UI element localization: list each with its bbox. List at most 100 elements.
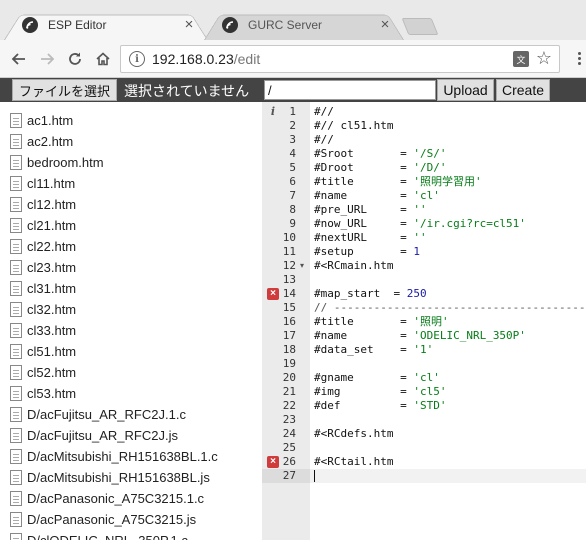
close-icon[interactable]: × [182,17,196,32]
gutter-cell: 2 [262,119,310,133]
info-icon[interactable]: i [129,51,145,67]
gutter-cell: 5 [262,161,310,175]
file-tree-item[interactable]: cl31.htm [10,278,76,299]
code-line[interactable]: 11 #setup = 1 [262,245,586,259]
forward-button[interactable] [36,48,58,70]
code-line[interactable]: × 26 #<RCtail.htm [262,455,586,469]
code-text: #name = 'cl' [314,189,440,202]
code-line[interactable]: 20 #gname = 'cl' [262,371,586,385]
address-bar[interactable]: i 192.168.0.23/edit 文 ☆ [120,45,560,73]
line-number: 15 [282,301,296,314]
error-annotation-icon[interactable]: × [267,288,279,300]
code-editor[interactable]: i 1 #// 2 #// cl51.htm 3 #// 4 #Sroot = '/S/' 5 #D… [262,102,586,540]
reload-button[interactable] [64,48,86,70]
tab-strip: ESP Editor × GURC Server × [0,0,586,40]
line-number: 3 [289,133,296,146]
code-line[interactable]: 15 // -----------------------------------… [262,301,586,315]
tab-esp-editor[interactable]: ESP Editor × [4,9,208,40]
create-button[interactable]: Create [496,79,550,101]
back-button[interactable] [8,48,30,70]
code-line[interactable]: 7 #name = 'cl' [262,189,586,203]
browser-toolbar: i 192.168.0.23/edit 文 ☆ [0,40,586,78]
code-line[interactable]: × 14 #map_start = 250 [262,287,586,301]
code-line[interactable]: 5 #Droot = '/D/' [262,161,586,175]
code-line[interactable]: 6 #title = '照明学習用' [262,175,586,189]
code-line[interactable]: 22 #def = 'STD' [262,399,586,413]
file-tree-item[interactable]: cl23.htm [10,257,76,278]
line-number: 6 [289,175,296,188]
code-line[interactable]: 17 #name = 'ODELIC_NRL_350P' [262,329,586,343]
code-text: #now_URL = '/ir.cgi?rc=cl51' [314,217,526,230]
line-number: 26 [282,455,296,468]
tab-gurc-server[interactable]: GURC Server × [204,9,404,40]
gutter-cell: × 14 [262,287,310,301]
translate-icon[interactable]: 文 [513,51,529,67]
file-tree-item[interactable]: bedroom.htm [10,152,104,173]
file-tree-item[interactable]: cl52.htm [10,362,76,383]
file-tree-item[interactable]: D/acPanasonic_A75C3215.js [10,509,196,530]
file-tree-item[interactable]: cl12.htm [10,194,76,215]
close-icon[interactable]: × [378,17,392,32]
file-tree-item[interactable]: D/clODELIC_NRL_350P.1.c [10,530,188,540]
gutter-cell: 17 [262,329,310,343]
file-tree-item[interactable]: cl11.htm [10,173,75,194]
code-line[interactable]: 13 [262,273,586,287]
code-line[interactable]: 27 [262,469,586,483]
info-annotation-icon[interactable]: i [267,106,279,118]
code-line[interactable]: 3 #// [262,133,586,147]
code-text: #<RCdefs.htm [314,427,394,440]
file-tree-item[interactable]: ac2.htm [10,131,73,152]
path-input[interactable] [264,80,436,100]
home-button[interactable] [92,48,114,70]
code-line[interactable]: 21 #img = 'cl5' [262,385,586,399]
code-line[interactable]: 24 #<RCdefs.htm [262,427,586,441]
file-name: D/clODELIC_NRL_350P.1.c [27,533,188,540]
choose-file-button[interactable]: ファイルを選択 [12,79,118,101]
file-tree-item[interactable]: cl21.htm [10,215,76,236]
file-tree-item[interactable]: cl53.htm [10,383,76,404]
file-icon [10,323,22,338]
file-name: bedroom.htm [27,155,104,170]
new-tab-button[interactable] [401,18,439,35]
code-line[interactable]: 12 ▾ #<RCmain.htm [262,259,586,273]
code-line[interactable]: i 1 #// [262,105,586,119]
file-tree-item[interactable]: D/acMitsubishi_RH151638BL.js [10,467,210,488]
upload-button[interactable]: Upload [437,79,494,101]
code-line[interactable]: 4 #Sroot = '/S/' [262,147,586,161]
file-tree-item[interactable]: D/acFujitsu_AR_RFC2J.1.c [10,404,186,425]
file-name: D/acFujitsu_AR_RFC2J.1.c [27,407,186,422]
code-line[interactable]: 23 [262,413,586,427]
line-number: 18 [282,343,296,356]
menu-icon[interactable] [574,52,586,66]
esp-logo-icon [222,16,238,33]
file-icon [10,365,22,380]
file-tree-item[interactable]: ac1.htm [10,110,73,131]
error-annotation-icon[interactable]: × [267,456,279,468]
code-text: #data_set = '1' [314,343,434,356]
code-text: #def = 'STD' [314,399,447,412]
code-line[interactable]: 25 [262,441,586,455]
gutter-cell: 7 [262,189,310,203]
code-line[interactable]: 10 #nextURL = '' [262,231,586,245]
code-line[interactable]: 8 #pre_URL = '' [262,203,586,217]
line-number: 24 [282,427,296,440]
code-line[interactable]: 2 #// cl51.htm [262,119,586,133]
file-tree-item[interactable]: D/acMitsubishi_RH151638BL.1.c [10,446,218,467]
code-text: #map_start = 250 [314,287,427,300]
file-tree-item[interactable]: D/acFujitsu_AR_RFC2J.js [10,425,178,446]
code-line[interactable]: 19 [262,357,586,371]
gutter-cell: 19 [262,357,310,371]
code-line[interactable]: 18 #data_set = '1' [262,343,586,357]
file-tree-item[interactable]: cl51.htm [10,341,76,362]
code-line[interactable]: 9 #now_URL = '/ir.cgi?rc=cl51' [262,217,586,231]
code-line[interactable]: 16 #title = '照明' [262,315,586,329]
file-tree-item[interactable]: cl32.htm [10,299,76,320]
star-icon[interactable]: ☆ [536,48,552,69]
file-icon [10,155,22,170]
code-text: #// [314,133,334,146]
fold-toggle-icon[interactable]: ▾ [300,259,304,273]
file-tree-item[interactable]: D/acPanasonic_A75C3215.1.c [10,488,204,509]
file-tree-item[interactable]: cl22.htm [10,236,76,257]
file-tree-item[interactable]: cl33.htm [10,320,76,341]
file-name: ac2.htm [27,134,74,149]
